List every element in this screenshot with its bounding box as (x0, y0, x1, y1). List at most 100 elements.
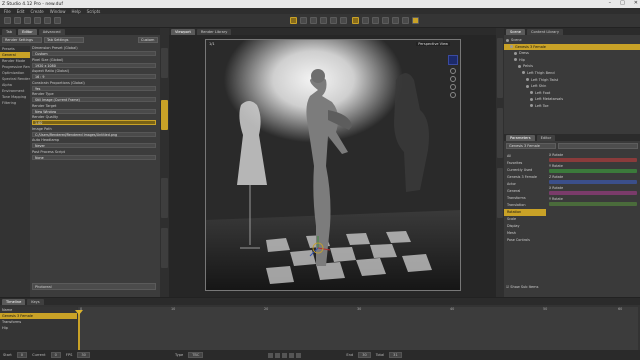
property-value-highlighted[interactable]: 1.00 (32, 120, 156, 125)
redo-icon[interactable] (44, 17, 51, 24)
start-field[interactable]: 0 (16, 352, 28, 358)
param-slider[interactable] (549, 179, 637, 184)
end-field[interactable]: 30 (358, 352, 371, 358)
spot-render-icon[interactable] (382, 17, 389, 24)
eye-icon[interactable] (514, 51, 517, 55)
eye-icon[interactable] (518, 64, 521, 68)
scene-item[interactable]: Left Foot (504, 90, 640, 97)
property-value[interactable]: Never (32, 143, 156, 148)
timeline-playhead[interactable] (75, 310, 83, 350)
select-tool-icon[interactable] (290, 17, 297, 24)
joint-editor-icon[interactable] (352, 17, 359, 24)
eye-icon[interactable] (530, 104, 533, 108)
prev-frame-icon[interactable] (275, 352, 281, 358)
settings-dropdown[interactable]: Tab Settings (44, 37, 84, 43)
param-group-item[interactable]: Translation (504, 202, 546, 209)
tab-left-advanced[interactable]: Advanced (38, 28, 65, 35)
current-field[interactable]: 0 (50, 352, 61, 358)
menu-edit[interactable]: Edit (17, 9, 25, 14)
eye-icon[interactable] (526, 78, 529, 82)
param-group-item[interactable]: All (504, 153, 546, 160)
orbit-icon[interactable] (450, 68, 456, 74)
param-group-item[interactable]: Transforms (504, 195, 546, 202)
save-file-icon[interactable] (24, 17, 31, 24)
geometry-editor-icon[interactable] (362, 17, 369, 24)
show-sub-items-checkbox[interactable]: ☑ Show Sub Items (506, 285, 538, 289)
side-tab[interactable] (497, 38, 503, 98)
param-group-item[interactable]: Currently Used (504, 167, 546, 174)
param-group-item[interactable]: Favorites (504, 160, 546, 167)
zoom-icon[interactable] (450, 84, 456, 90)
param-group-item[interactable]: Genesis 3 Female (504, 174, 546, 181)
param-group-item[interactable]: Mesh (504, 230, 546, 237)
side-tab-active[interactable] (161, 100, 168, 130)
surface-selection-icon[interactable] (372, 17, 379, 24)
dolly-icon[interactable] (450, 92, 456, 98)
param-slider[interactable] (549, 168, 637, 173)
property-value[interactable]: 16 : 9 (32, 74, 156, 79)
property-value[interactable]: 1920 x 1080 (32, 62, 156, 68)
scene-item[interactable]: Dress (504, 50, 640, 57)
eye-icon[interactable] (530, 97, 533, 101)
eye-icon[interactable] (522, 71, 525, 75)
eye-icon[interactable] (510, 45, 513, 49)
side-tab[interactable] (161, 48, 168, 78)
category-item[interactable]: Filtering (0, 100, 30, 106)
tab-left-1[interactable]: Tab (2, 28, 17, 35)
timeline-track[interactable]: 0 10 20 30 40 50 60 (75, 307, 638, 351)
tab-left-editor[interactable]: Editor (18, 28, 37, 35)
eye-icon[interactable] (514, 58, 517, 62)
menu-help[interactable]: Help (72, 9, 81, 14)
power-pose-icon[interactable] (392, 17, 399, 24)
property-value[interactable]: Still Image (Current Frame) (32, 97, 156, 102)
scale-tool-icon[interactable] (320, 17, 327, 24)
new-file-icon[interactable] (4, 17, 11, 24)
menu-window[interactable]: Window (50, 9, 66, 14)
param-group-item[interactable]: General (504, 188, 546, 195)
iray-render-icon[interactable] (412, 17, 419, 24)
menu-file[interactable]: File (4, 9, 11, 14)
open-file-icon[interactable] (14, 17, 21, 24)
menu-scripts[interactable]: Scripts (87, 9, 101, 14)
render-mode-dropdown[interactable]: Photoreal (32, 283, 156, 290)
tab-scene[interactable]: Scene (506, 28, 525, 35)
scene-item[interactable]: Pelvis (504, 63, 640, 70)
param-slider[interactable] (549, 190, 637, 195)
property-value[interactable]: C:/Users/Rendered/Rendered Images/Untitl… (32, 131, 156, 137)
side-tab[interactable] (161, 228, 168, 268)
node-tool-icon[interactable] (340, 17, 347, 24)
property-value[interactable]: Custom (32, 51, 156, 56)
tab-parameters[interactable]: Parameters (506, 134, 535, 141)
param-slider[interactable] (549, 201, 637, 206)
param-slider[interactable] (549, 157, 637, 162)
scene-item[interactable]: Left Thigh Twist (504, 77, 640, 84)
close-button[interactable]: ✕ (634, 0, 638, 6)
param-group-item[interactable]: Scale (504, 216, 546, 223)
fps-field[interactable]: 30 (77, 352, 90, 358)
minimize-button[interactable]: – (609, 0, 612, 6)
param-group-item[interactable]: Actor (504, 181, 546, 188)
eye-icon[interactable] (506, 38, 509, 42)
scene-item[interactable]: Left Thigh Bend (504, 70, 640, 77)
pan-icon[interactable] (450, 76, 456, 82)
tab-content-library[interactable]: Content Library (526, 28, 563, 35)
tab-viewport[interactable]: Viewport (171, 28, 195, 35)
total-field[interactable]: 31 (389, 352, 402, 358)
view-cube-icon[interactable] (448, 55, 458, 65)
property-value[interactable]: New Window (32, 108, 156, 114)
go-end-icon[interactable] (296, 352, 302, 358)
menu-create[interactable]: Create (30, 9, 43, 14)
property-value[interactable]: Yes (32, 85, 156, 91)
tab-render-library[interactable]: Render Library (196, 28, 232, 35)
next-frame-icon[interactable] (289, 352, 295, 358)
scene-item[interactable]: Left Metatarsals (504, 96, 640, 103)
side-tab[interactable] (497, 168, 503, 218)
render-settings-icon[interactable] (402, 17, 409, 24)
eye-icon[interactable] (530, 91, 533, 95)
playhead-marker-icon[interactable] (75, 310, 83, 315)
tab-keys[interactable]: Keys (27, 298, 44, 305)
type-field[interactable]: TBC (188, 352, 204, 358)
scene-item[interactable]: Scene (504, 37, 640, 44)
rotate-tool-icon[interactable] (310, 17, 317, 24)
side-tab[interactable] (161, 178, 168, 218)
